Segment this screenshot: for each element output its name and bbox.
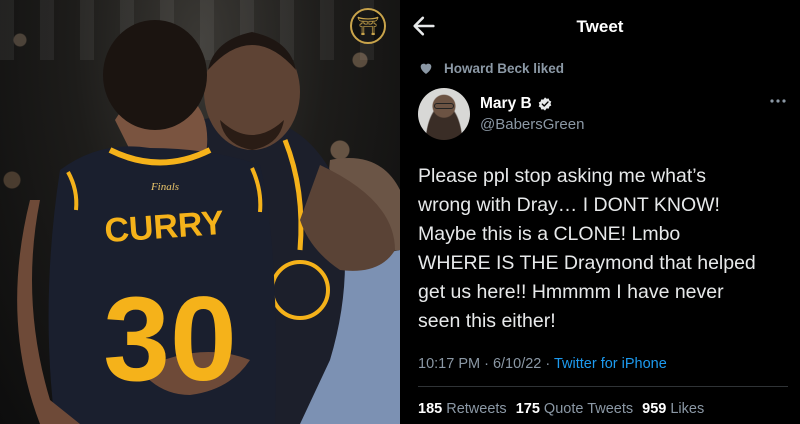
back-arrow-icon[interactable] (410, 12, 438, 40)
meta-separator: · (541, 356, 554, 372)
warriors-logo-icon: ⛩ (350, 8, 386, 44)
avatar[interactable] (418, 88, 470, 140)
more-horizontal-icon[interactable] (768, 96, 788, 106)
author-name[interactable]: Mary B (480, 95, 532, 113)
tweet-author[interactable]: Mary B @BabersGreen (418, 88, 788, 142)
likes-label: Likes (670, 401, 705, 417)
news-photo: Finals CURRY 30 ⛩ (0, 0, 400, 424)
tweet-time[interactable]: 10:17 PM (418, 356, 480, 372)
likes-stat[interactable]: 959 Likes (642, 401, 704, 417)
finals-patch: Finals (150, 181, 179, 193)
verified-icon (538, 97, 551, 111)
tweet-date[interactable]: 6/10/22 (493, 356, 541, 372)
heart-icon (420, 63, 432, 74)
tweet-source-link[interactable]: Twitter for iPhone (554, 356, 667, 372)
tweet-stats: 185 Retweets 175 Quote Tweets 959 Likes (418, 401, 704, 417)
meta-separator: · (480, 356, 493, 372)
retweets-label: Retweets (446, 401, 507, 417)
tweet-panel: Tweet Howard Beck liked Mary B @BabersGr… (400, 0, 800, 424)
jersey-number: 30 (103, 272, 236, 406)
quote-tweets-stat[interactable]: 175 Quote Tweets (516, 401, 633, 417)
retweets-stat[interactable]: 185 Retweets (418, 401, 507, 417)
player-curry-head (103, 20, 207, 130)
quote-tweets-label: Quote Tweets (543, 401, 634, 417)
likes-count: 959 (642, 401, 667, 417)
social-context[interactable]: Howard Beck liked (418, 60, 564, 76)
tweet-topbar: Tweet (400, 0, 800, 54)
tweet-meta: 10:17 PM · 6/10/22 · Twitter for iPhone (418, 356, 667, 372)
players-illustration: Finals CURRY 30 (17, 20, 400, 424)
divider (418, 386, 788, 387)
liked-by-text: Howard Beck liked (444, 60, 565, 76)
retweets-count: 185 (418, 401, 443, 417)
tweet-text: Please ppl stop asking me what’s wrong w… (418, 165, 756, 332)
quote-tweets-count: 175 (515, 401, 540, 417)
page-title: Tweet (576, 17, 624, 36)
author-handle[interactable]: @BabersGreen (480, 116, 584, 133)
